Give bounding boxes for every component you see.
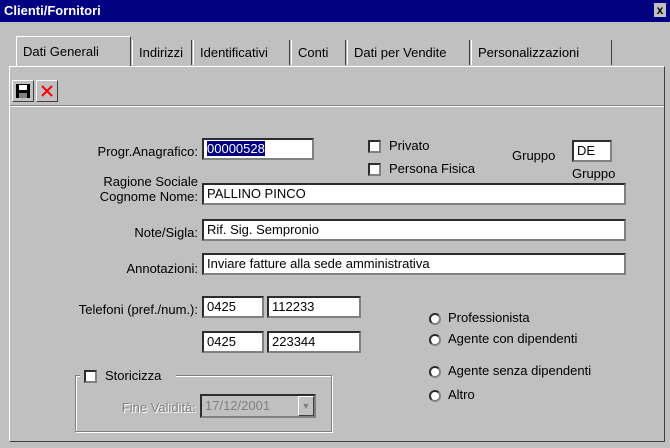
persona-fisica-label: Persona Fisica [389, 161, 475, 176]
radio-professionista[interactable] [429, 313, 441, 325]
radio-agente-senza-dipendenti-label: Agente senza dipendenti [448, 363, 592, 378]
red-x-icon [41, 85, 53, 97]
tab-label: Dati per Vendite [354, 45, 447, 60]
radio-agente-con-dipendenti-label: Agente con dipendenti [448, 331, 578, 346]
progr-anagrafico-input[interactable]: 00000528 [202, 138, 314, 160]
radio-agente-senza-dipendenti[interactable] [429, 366, 441, 378]
tab-label: Personalizzazioni [478, 45, 580, 60]
note-sigla-label: Note/Sigla: [134, 225, 198, 240]
telefono-1-numero-input[interactable]: 112233 [267, 296, 361, 318]
fine-validita-datepicker[interactable]: 17/12/2001 ▼ [200, 394, 316, 418]
tab-dati-generali[interactable]: Dati Generali [16, 36, 131, 66]
telefono-1-prefisso-input[interactable]: 0425 [202, 296, 264, 318]
telefoni-label: Telefoni (pref./num.): [78, 302, 198, 317]
privato-label: Privato [389, 138, 430, 153]
telefono-1-numero-value: 112233 [272, 299, 315, 314]
fine-validita-label: Fine Validità: [121, 400, 196, 415]
toolbar-divider [10, 105, 664, 107]
tab-conti[interactable]: Conti [291, 40, 346, 65]
privato-checkbox[interactable] [368, 140, 381, 153]
tab-indirizzi[interactable]: Indirizzi [132, 40, 192, 65]
radio-altro[interactable] [429, 390, 441, 402]
gruppo-value: DE [577, 143, 596, 158]
chevron-down-icon[interactable]: ▼ [298, 396, 314, 416]
annotazioni-value: Inviare fatture alla sede amministrativa [207, 256, 430, 271]
annotazioni-input[interactable]: Inviare fatture alla sede amministrativa [202, 253, 626, 275]
tab-dati-per-vendite[interactable]: Dati per Vendite [347, 40, 470, 65]
ragione-sociale-value: PALLINO PINCO [207, 186, 306, 201]
telefono-2-numero-input[interactable]: 223344 [267, 331, 361, 353]
annotazioni-label: Annotazioni: [126, 261, 198, 276]
window-title: Clienti/Fornitori [4, 3, 101, 18]
ragione-sociale-input[interactable]: PALLINO PINCO [202, 183, 626, 205]
telefono-1-prefisso-value: 0425 [207, 299, 236, 314]
telefono-2-prefisso-input[interactable]: 0425 [202, 331, 264, 353]
radio-altro-label: Altro [448, 387, 475, 402]
ragione-sociale-label: Ragione Sociale [103, 174, 198, 189]
gruppo-input[interactable]: DE [572, 140, 612, 162]
tab-label: Dati Generali [23, 44, 99, 59]
persona-fisica-checkbox[interactable] [368, 163, 381, 176]
tab-label: Conti [298, 45, 329, 60]
radio-agente-con-dipendenti[interactable] [429, 334, 441, 346]
storicizza-label: Storicizza [105, 368, 162, 383]
floppy-disk-icon [16, 84, 30, 98]
save-button[interactable] [12, 80, 34, 102]
tab-label: Indirizzi [139, 45, 184, 60]
radio-professionista-label: Professionista [448, 310, 530, 325]
telefono-2-numero-value: 223344 [272, 334, 316, 349]
note-sigla-value: Rif. Sig. Sempronio [207, 222, 319, 237]
progr-anagrafico-value: 00000528 [207, 141, 265, 156]
tab-label: Identificativi [200, 45, 268, 60]
storicizza-checkbox[interactable] [84, 370, 97, 383]
progr-anagrafico-label: Progr.Anagrafico: [97, 144, 198, 159]
delete-button[interactable] [36, 80, 58, 102]
gruppo-label: Gruppo [512, 148, 556, 163]
telefono-2-prefisso-value: 0425 [207, 334, 236, 349]
title-bar: Clienti/Fornitori x [0, 0, 670, 22]
tab-identificativi[interactable]: Identificativi [193, 40, 290, 65]
close-button[interactable]: x [654, 3, 666, 17]
tab-personalizzazioni[interactable]: Personalizzazioni [471, 40, 612, 65]
gruppo-caption: Gruppo [572, 166, 616, 181]
cognome-nome-label: Cognome Nome: [99, 189, 198, 204]
fine-validita-value: 17/12/2001 [205, 398, 271, 413]
note-sigla-input[interactable]: Rif. Sig. Sempronio [202, 219, 626, 241]
